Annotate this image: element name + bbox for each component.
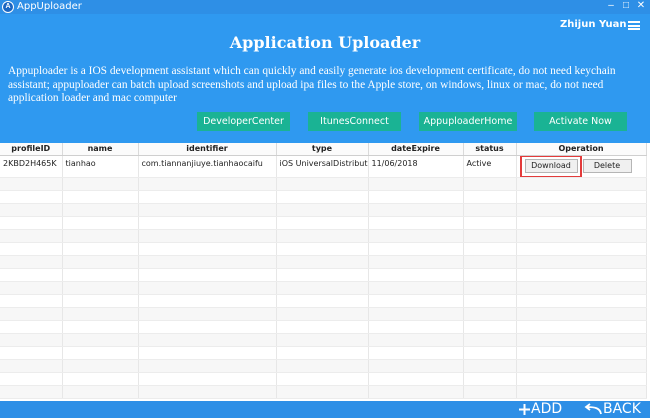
column-header-status[interactable]: status [463,143,517,156]
empty-row [0,333,647,347]
cell-operation: Download Delete [516,155,647,178]
cell-status: Active [463,155,517,178]
hamburger-menu-icon[interactable] [628,21,640,30]
back-button[interactable]: BACK [583,401,641,418]
appuploader-home-button[interactable]: AppuploaderHome [419,112,517,131]
empty-row [0,177,647,191]
app-logo-icon: A [2,1,14,13]
empty-row [0,294,647,308]
empty-row [0,307,647,321]
add-label: ADD [531,401,563,417]
empty-row [0,346,647,360]
close-button[interactable]: ✕ [634,0,648,13]
table-row[interactable]: 2KBD2H465K tianhao com.tiannanjiuye.tian… [0,155,647,178]
column-header-operation: Operation [516,143,647,156]
developer-center-button[interactable]: DeveloperCenter [197,112,290,131]
cell-dateexpire: 11/06/2018 [368,155,464,178]
column-header-name[interactable]: name [62,143,139,156]
empty-row [0,385,647,399]
empty-row [0,359,647,373]
empty-row [0,190,647,204]
table-header-row: profileID name identifier type dateExpir… [0,143,647,156]
column-header-profileid[interactable]: profileID [0,143,63,156]
column-header-dateexpire[interactable]: dateExpire [368,143,464,156]
minimize-button[interactable]: – [604,0,618,13]
plus-icon [519,403,530,415]
empty-row [0,268,647,282]
cell-name: tianhao [62,155,139,178]
app-window: A AppUploader – □ ✕ Zhijun Yuan Applicat… [0,0,650,418]
column-header-type[interactable]: type [276,143,369,156]
empty-row [0,281,647,295]
page-title: Application Uploader [229,33,421,52]
delete-button[interactable]: Delete [582,158,632,173]
title-bar: A AppUploader – □ ✕ [0,0,650,14]
profiles-table: profileID name identifier type dateExpir… [0,143,650,401]
cell-type: iOS UniversalDistribution [276,155,369,178]
user-name[interactable]: Zhijun Yuan [560,19,626,30]
cell-profileid: 2KBD2H465K [0,155,63,178]
empty-row [0,242,647,256]
footer-bar: ADD BACK [0,401,650,418]
empty-row [0,203,647,217]
download-button[interactable]: Download [524,158,578,173]
activate-now-button[interactable]: Activate Now [534,112,627,131]
cell-identifier: com.tiannanjiuye.tianhaocaifu [138,155,277,178]
empty-row [0,372,647,386]
add-button[interactable]: ADD [518,401,562,418]
app-description: Appuploader is a IOS development assista… [8,65,616,104]
back-arrow-icon [584,402,602,414]
back-label: BACK [603,401,641,417]
empty-row [0,255,647,269]
column-header-identifier[interactable]: identifier [138,143,277,156]
empty-row [0,216,647,230]
window-title: AppUploader [17,1,82,12]
empty-row [0,320,647,334]
empty-row [0,229,647,243]
maximize-button[interactable]: □ [619,0,633,13]
itunes-connect-button[interactable]: ItunesConnect [308,112,401,131]
